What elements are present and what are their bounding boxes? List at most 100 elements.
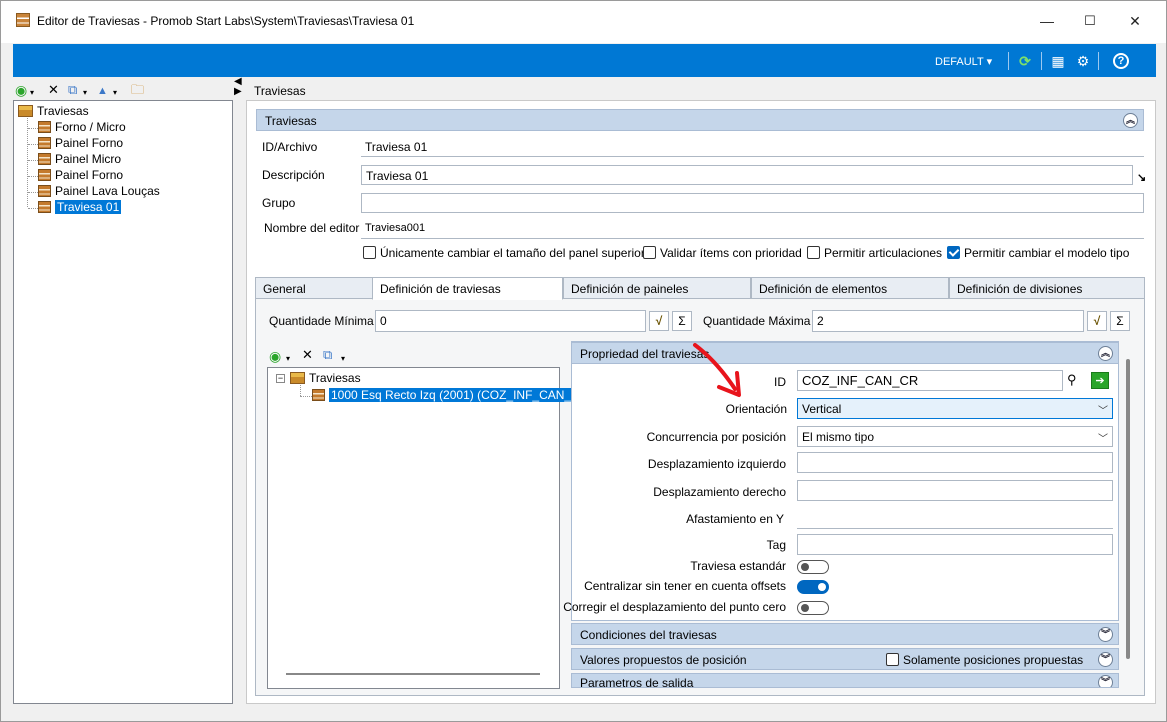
checkbox-box-checked[interactable] [947,246,960,259]
tag-label: Tag [766,538,786,552]
traviesa-estandar-toggle[interactable] [797,560,829,574]
chevron-down-icon[interactable]: ▾ [83,85,87,101]
tree-line [28,128,38,129]
collapse-left-panel-icon[interactable]: ◀ ▶ [234,77,242,97]
formula-icon[interactable]: √ [1087,311,1107,331]
prop-id-input[interactable]: COZ_INF_CAN_CR [797,370,1063,391]
sub-tree-root-label: Traviesas [309,371,361,385]
centralizar-toggle[interactable] [797,580,829,594]
copy-icon[interactable]: ⧉ [323,347,332,363]
chevron-down-icon: ﹀ [1098,434,1108,445]
checkbox-box[interactable] [643,246,656,259]
back-icon[interactable]: ◉ [269,348,281,364]
id-archivo-input[interactable]: Traviesa 01 [361,137,1144,157]
traviesas-sub-tree[interactable]: − Traviesas 1000 Esq Recto Izq (2001) (C… [267,367,582,689]
tag-input[interactable] [797,534,1113,555]
afastamiento-y-input[interactable] [797,508,1113,529]
traviesas-tree[interactable]: Traviesas Forno / Micro Painel Forno Pai… [13,100,233,704]
tree-item[interactable]: Painel Forno [38,136,123,151]
checkbox-modelo-tipo[interactable]: Permitir cambiar el modelo tipo [947,246,1129,260]
quantidade-minima-input[interactable]: 0 [375,310,646,332]
parametros-salida-section-header[interactable]: Parametros de salida ︾ [571,673,1119,688]
move-up-icon[interactable]: ▲ [97,83,108,99]
translate-icon[interactable]: ↘ [1137,171,1146,184]
tree-item-label: Painel Forno [55,168,124,182]
orientacion-label: Orientación [725,402,787,416]
nombre-editor-input[interactable]: Traviesa001 [361,219,1144,239]
tree-item[interactable]: Painel Micro [38,152,121,167]
property-section-header[interactable]: Propriedad del traviesas ︽ [571,342,1119,364]
section-title: Valores propuestos de posición [580,653,747,667]
collapse-up-icon[interactable]: ︽ [1123,113,1138,128]
grupo-input[interactable] [361,193,1144,213]
tree-item[interactable]: Painel Forno [38,168,123,183]
back-icon[interactable]: ◉ [15,82,27,98]
toolbar-separator [1008,52,1009,70]
profile-dropdown[interactable]: DEFAULT ▾ [935,55,992,68]
tab-definicion-divisiones[interactable]: Definición de divisiones [949,277,1145,299]
tab-general[interactable]: General [255,277,373,299]
corregir-toggle[interactable] [797,601,829,615]
orientacion-select[interactable]: Vertical ﹀ [797,398,1113,419]
chevron-down-icon[interactable]: ▾ [286,351,290,367]
tree-item[interactable]: Forno / Micro [38,120,126,135]
scrollbar-thumb[interactable] [1126,359,1130,659]
binoculars-icon[interactable]: ⚲ [1067,372,1077,388]
tree-item[interactable]: Painel Lava Louças [38,184,160,199]
descripcion-input[interactable]: Traviesa 01 [361,165,1133,185]
folder-add-icon[interactable]: 🗀 [131,82,144,98]
property-scrollbar[interactable] [1123,359,1133,659]
formula-icon[interactable]: √ [649,311,669,331]
desplazamiento-derecho-input[interactable] [797,480,1113,501]
expand-down-icon[interactable]: ︾ [1098,675,1113,687]
sigma-button[interactable]: Σ [672,311,692,331]
minimize-button[interactable]: — [1035,11,1059,31]
checkbox-box[interactable] [886,653,899,666]
close-button[interactable]: ✕ [1123,11,1147,31]
tree-root[interactable]: Traviesas [18,104,89,119]
chevron-down-icon: ﹀ [1098,406,1108,417]
valores-propuestos-section-header[interactable]: Valores propuestos de posición Solamente… [571,648,1119,670]
tree-item-selected[interactable]: Traviesa 01 [38,200,122,215]
quantidade-maxima-input[interactable]: 2 [812,310,1084,332]
nombre-editor-label: Nombre del editor [264,221,360,235]
grid-icon[interactable]: ▦ [1049,52,1067,70]
corregir-label: Corregir el desplazamiento del punto cer… [563,600,786,614]
collapse-node-icon[interactable]: − [276,374,285,383]
expand-down-icon[interactable]: ︾ [1098,652,1113,667]
delete-icon[interactable]: ✕ [48,82,59,98]
tab-definicion-traviesas[interactable]: Definición de traviesas [372,277,563,300]
chevron-down-icon[interactable]: ▾ [113,85,117,101]
go-icon[interactable]: ➔ [1091,372,1109,389]
chevron-down-icon[interactable]: ▾ [30,85,34,101]
delete-icon[interactable]: ✕ [302,347,313,363]
checkbox-cambiar-tamano[interactable]: Únicamente cambiar el tamaño del panel s… [363,246,645,260]
help-icon[interactable]: ? [1113,53,1129,69]
settings-icon[interactable]: ⚙ [1074,52,1092,70]
checkbox-box[interactable] [363,246,376,259]
condiciones-section-header[interactable]: Condiciones del traviesas ︾ [571,623,1119,645]
tree-root-label: Traviesas [37,104,89,118]
checkbox-validar-items[interactable]: Validar ítems con prioridad [643,246,802,260]
sub-tree-root[interactable]: Traviesas [290,371,361,386]
sub-tree-item-selected[interactable]: 1000 Esq Recto Izq (2001) (COZ_INF_CAN_C [312,388,582,403]
sigma-button[interactable]: Σ [1110,311,1130,331]
expand-down-icon[interactable]: ︾ [1098,627,1113,642]
refresh-icon[interactable]: ⟳ [1016,52,1034,70]
desplazamiento-izquierdo-input[interactable] [797,452,1113,473]
folder-icon [290,372,305,384]
checkbox-articulaciones[interactable]: Permitir articulaciones [807,246,942,260]
traviesas-section-header[interactable]: Traviesas ︽ [256,109,1144,131]
horizontal-scrollbar[interactable] [286,673,540,675]
concurrencia-select[interactable]: El mismo tipo ﹀ [797,426,1113,447]
tab-definicion-elementos[interactable]: Definición de elementos [751,277,949,299]
chevron-down-icon[interactable]: ▾ [341,351,345,367]
checkbox-box[interactable] [807,246,820,259]
collapse-up-icon[interactable]: ︽ [1098,346,1113,361]
checkbox-solamente-posiciones[interactable]: Solamente posiciones propuestas [886,653,1083,667]
section-title: Condiciones del traviesas [580,628,717,642]
maximize-button[interactable]: ☐ [1078,11,1102,31]
tree-item-label: Painel Micro [55,152,122,166]
copy-icon[interactable]: ⧉ [68,82,77,98]
tab-definicion-paineles[interactable]: Definición de paineles [563,277,751,299]
